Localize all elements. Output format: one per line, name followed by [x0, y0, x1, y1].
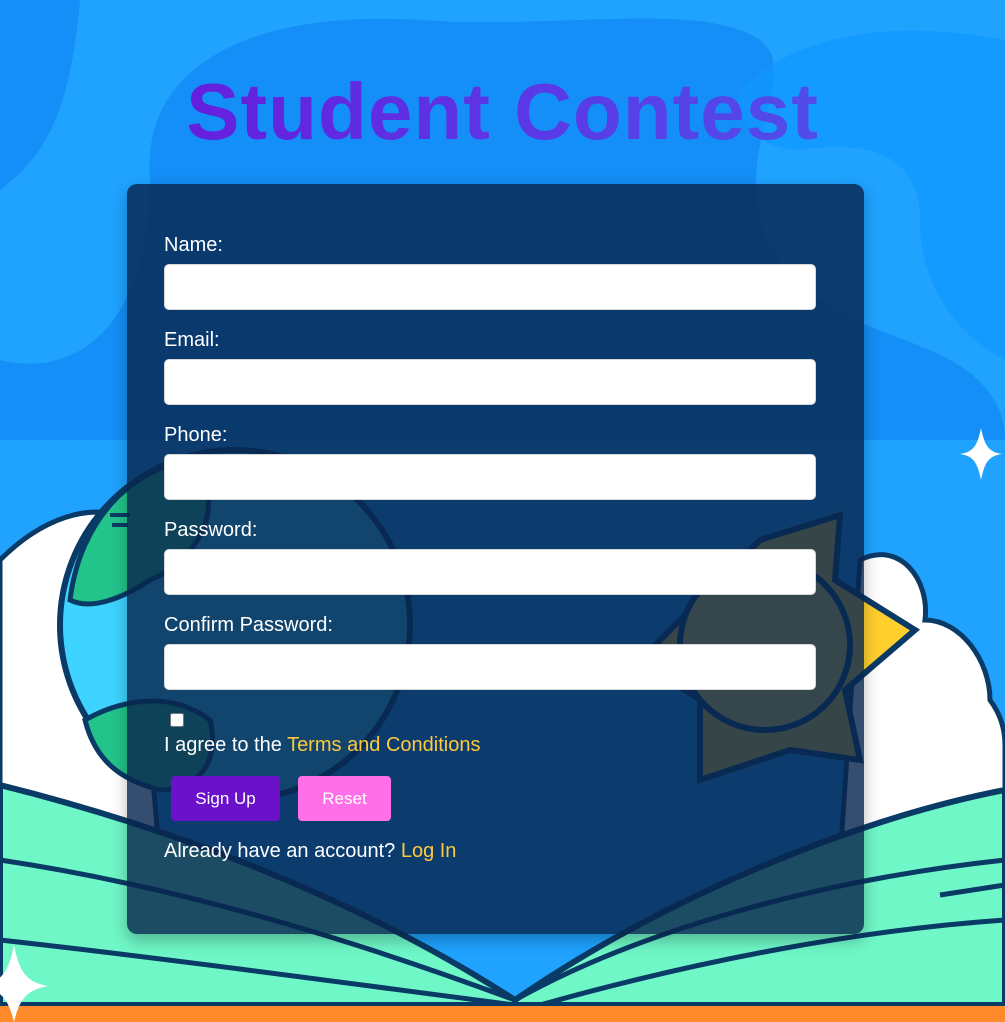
phone-label: Phone: — [164, 424, 228, 446]
login-prompt: Already have an account? Log In — [164, 840, 456, 863]
name-label: Name: — [164, 234, 223, 256]
login-prompt-text: Already have an account? — [164, 840, 401, 862]
terms-checkbox[interactable] — [170, 713, 184, 727]
phone-input[interactable] — [164, 454, 816, 500]
terms-link[interactable]: Terms and Conditions — [287, 734, 480, 756]
confirm-password-input[interactable] — [164, 644, 816, 690]
name-input[interactable] — [164, 264, 816, 310]
email-label: Email: — [164, 329, 220, 351]
sign-up-button[interactable]: Sign Up — [171, 776, 280, 821]
terms-agreement: I agree to the Terms and Conditions — [164, 734, 481, 757]
reset-button[interactable]: Reset — [298, 776, 391, 821]
password-label: Password: — [164, 519, 258, 541]
signup-form-card: Name: Email: Phone: Password: Confirm Pa… — [127, 184, 864, 934]
confirm-password-label: Confirm Password: — [164, 614, 333, 636]
login-link[interactable]: Log In — [401, 840, 457, 862]
password-input[interactable] — [164, 549, 816, 595]
email-input[interactable] — [164, 359, 816, 405]
page-title: Student Contest — [0, 66, 1005, 158]
terms-agree-text: I agree to the — [164, 734, 288, 756]
